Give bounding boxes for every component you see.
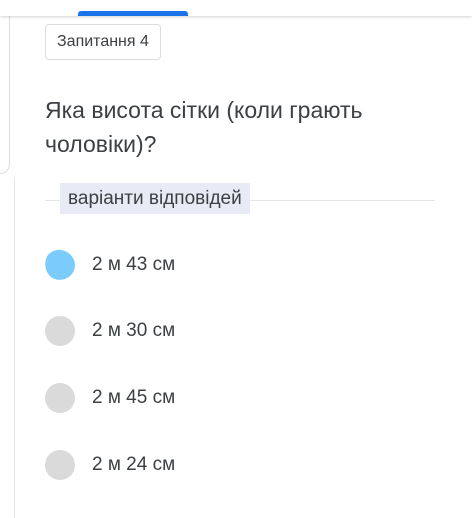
quiz-page: Запитання 4 Яка висота сітки (коли грают… — [0, 0, 472, 518]
answer-option-label: 2 м 43 см — [92, 254, 176, 275]
active-tab-indicator — [78, 11, 188, 16]
answer-option-label: 2 м 24 см — [92, 454, 176, 475]
radio-unselected-icon[interactable] — [45, 316, 75, 346]
question-text: Яка висота сітки (коли грають чоловіки)? — [45, 97, 363, 157]
answer-option-3[interactable]: 2 м 45 см — [45, 382, 175, 414]
card-edge — [14, 178, 15, 518]
answers-section-label: варіанти відповідей — [60, 183, 250, 214]
side-panel — [0, 8, 10, 174]
radio-selected-icon[interactable] — [42, 247, 78, 283]
answer-option-label: 2 м 45 см — [92, 387, 176, 408]
answer-option-1[interactable]: 2 м 43 см — [42, 247, 176, 283]
radio-unselected-icon[interactable] — [45, 383, 75, 413]
answer-option-4[interactable]: 2 м 24 см — [45, 449, 175, 481]
answer-option-2[interactable]: 2 м 30 см — [45, 315, 175, 347]
answer-option-label: 2 м 30 см — [92, 320, 176, 341]
radio-unselected-icon[interactable] — [45, 450, 75, 480]
question-number-chip: Запитання 4 — [45, 24, 161, 60]
top-bar — [0, 0, 472, 16]
